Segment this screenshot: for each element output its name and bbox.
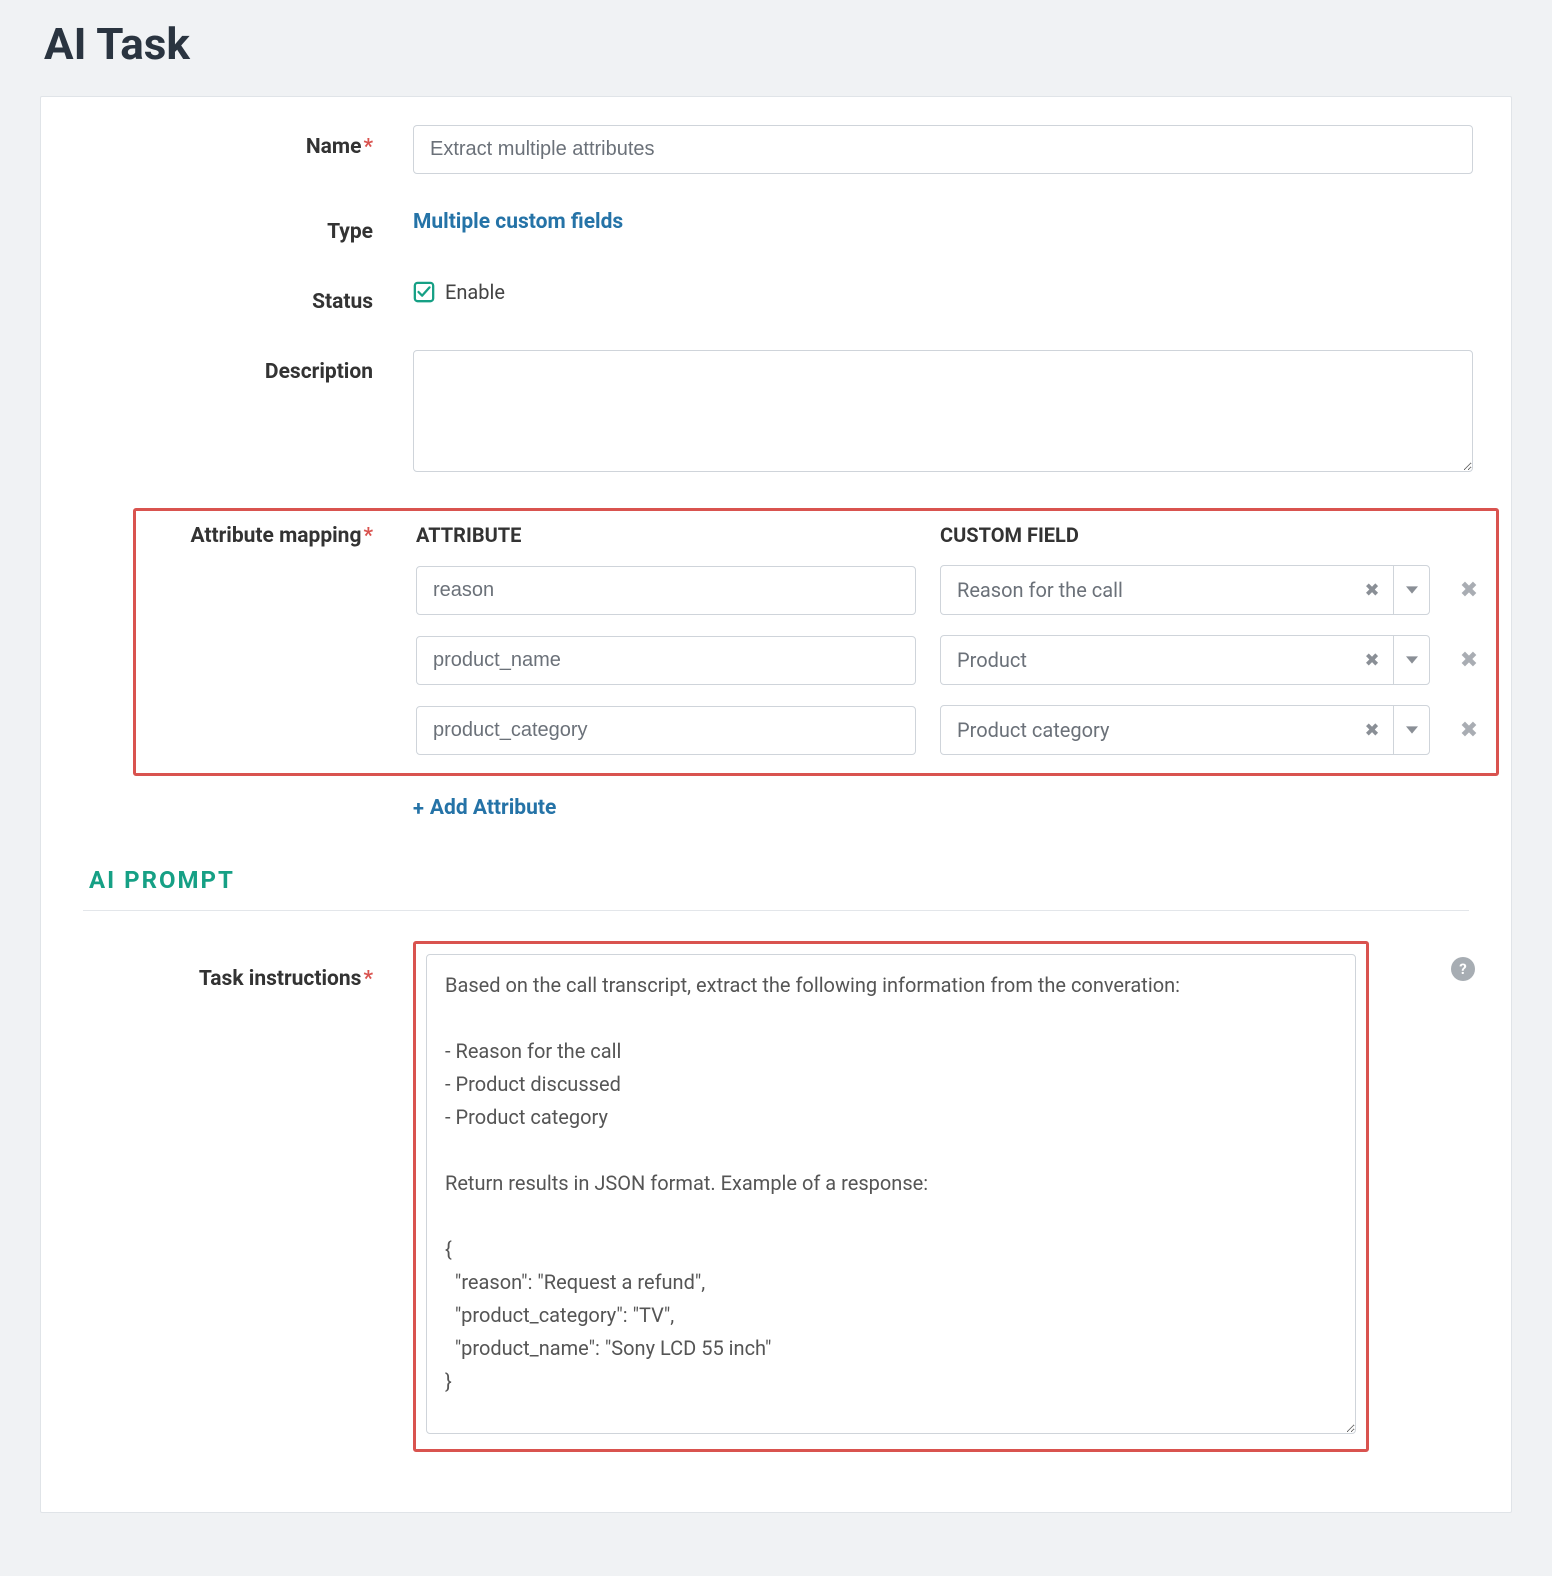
attribute-mapping-row: Product category ✖ ✖ [416,705,1484,755]
description-textarea[interactable] [413,350,1473,472]
attribute-mapping-row: Reason for the call ✖ ✖ [416,565,1484,615]
form-card: Name* Type Multiple custom fields Status [40,96,1512,1513]
clear-icon[interactable]: ✖ [1351,636,1393,684]
remove-row-icon[interactable]: ✖ [1454,648,1484,673]
custom-field-value: Product category [941,706,1351,754]
check-icon [413,281,435,303]
plus-icon: + [413,796,424,820]
type-value-link[interactable]: Multiple custom fields [413,210,623,234]
ai-prompt-section-title: AI PROMPT [89,866,1469,894]
remove-row-icon[interactable]: ✖ [1454,578,1484,603]
custom-field-select[interactable]: Product ✖ [940,635,1430,685]
name-label: Name* [83,125,413,159]
custom-field-value: Reason for the call [941,566,1351,614]
custom-field-column-header: CUSTOM FIELD [940,523,1430,547]
attribute-input[interactable] [416,706,916,755]
clear-icon[interactable]: ✖ [1351,706,1393,754]
task-instructions-highlight [413,941,1369,1452]
task-instructions-textarea[interactable] [426,954,1356,1434]
section-divider [83,910,1469,911]
name-input[interactable] [413,125,1473,174]
task-instructions-label: Task instructions* [83,941,413,991]
page-title: AI Task [40,0,1512,96]
status-enable-checkbox[interactable]: Enable [413,280,505,304]
attribute-input[interactable] [416,566,916,615]
clear-icon[interactable]: ✖ [1351,566,1393,614]
attribute-mapping-highlight: ATTRIBUTE CUSTOM FIELD Reason for the ca… [133,508,1499,776]
chevron-down-icon[interactable] [1393,636,1429,684]
status-label: Status [83,280,413,314]
help-icon[interactable]: ? [1451,957,1475,981]
remove-row-icon[interactable]: ✖ [1454,718,1484,743]
custom-field-value: Product [941,636,1351,684]
attribute-mapping-row: Product ✖ ✖ [416,635,1484,685]
attribute-input[interactable] [416,636,916,685]
add-attribute-button[interactable]: + Add Attribute [413,796,556,820]
add-attribute-label: Add Attribute [430,796,556,820]
description-label: Description [83,350,413,384]
type-label: Type [83,210,413,244]
chevron-down-icon[interactable] [1393,566,1429,614]
custom-field-select[interactable]: Reason for the call ✖ [940,565,1430,615]
custom-field-select[interactable]: Product category ✖ [940,705,1430,755]
chevron-down-icon[interactable] [1393,706,1429,754]
status-enable-label: Enable [445,280,505,304]
attribute-column-header: ATTRIBUTE [416,523,916,547]
